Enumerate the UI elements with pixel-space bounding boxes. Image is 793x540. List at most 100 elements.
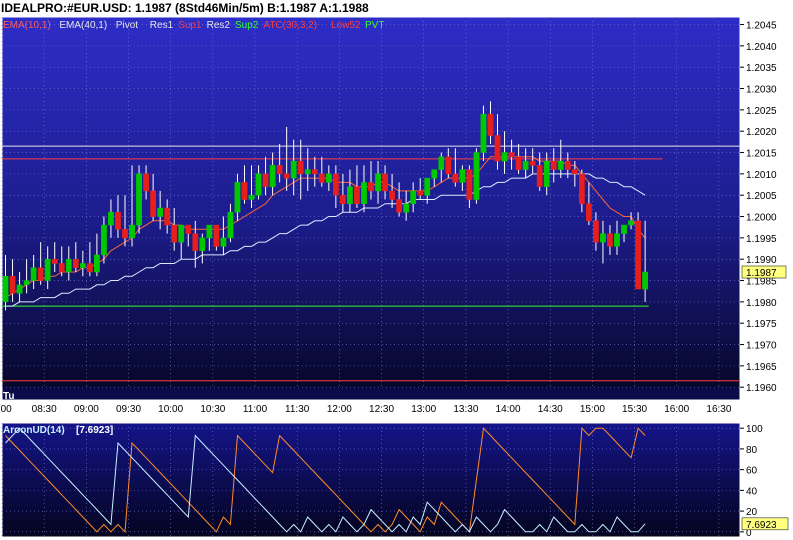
candle-body (171, 224, 178, 243)
price-tick-label: 1.2035 (746, 63, 777, 74)
candle-body (143, 173, 149, 192)
candle-body (185, 224, 192, 234)
candle-body (72, 258, 79, 268)
aroon-tick-label: 80 (746, 445, 758, 456)
time-tick-label: 09:30 (116, 404, 141, 415)
candle-body (522, 160, 529, 170)
candle-body (241, 182, 248, 200)
time-axis[interactable]: 8:00 08:30 09:00 09:30 10:00 10:30 11:00 11:30 1… (0, 404, 732, 415)
candle-body (192, 233, 199, 251)
time-tick-label: 14:30 (538, 404, 563, 415)
candle-body (480, 113, 487, 153)
candle-body (508, 152, 515, 158)
time-tick-label: 16:30 (706, 404, 731, 415)
time-tick-label: 14:00 (496, 404, 521, 415)
candle-body (529, 160, 536, 166)
legend-item: EMA(40,1) (59, 20, 107, 31)
price-tick-label: 1.2010 (746, 170, 777, 181)
aroon-legend: AroonUD(14) [7.6923] (3, 425, 113, 436)
candle-body (290, 160, 297, 179)
candle-body (600, 233, 606, 243)
legend-item: Pivot (116, 20, 138, 31)
candle-body (473, 152, 480, 200)
candle-body (9, 276, 16, 294)
candle-body (101, 224, 107, 256)
candle-body (311, 169, 318, 175)
candle-body (586, 203, 592, 222)
candle-body (557, 160, 564, 170)
candle-body (304, 169, 311, 175)
candle-body (150, 190, 157, 217)
legend-item: Res2 (207, 20, 231, 31)
candle-body (332, 173, 339, 196)
candle-body (487, 113, 494, 136)
candle-body (410, 190, 417, 204)
candle-body (164, 207, 171, 226)
candle-body (23, 280, 30, 286)
candle-body (37, 267, 44, 281)
candle-body (65, 258, 72, 273)
candle-body (614, 233, 620, 247)
candle-body (368, 182, 374, 192)
candle-body (543, 160, 550, 187)
candle-body (417, 190, 424, 196)
candle-body (206, 224, 213, 239)
price-tick-label: 1.2000 (746, 213, 777, 224)
price-tick-label: 1.1970 (746, 341, 777, 352)
candle-body (354, 186, 360, 204)
time-tick-label: 16:00 (664, 404, 689, 415)
time-tick-label: 12:00 (327, 404, 352, 415)
time-tick-label: 09:00 (74, 404, 99, 415)
candle-body (494, 135, 501, 162)
candle-body (255, 173, 262, 196)
aroon-plot-area (1, 422, 741, 538)
candle-body (431, 169, 438, 179)
aroon-value-label: 7.6923 (746, 520, 777, 531)
candle-body (578, 173, 585, 204)
price-tick-label: 1.1960 (746, 383, 777, 394)
aroon-tick-label: 20 (746, 507, 758, 518)
candle-body (108, 212, 114, 226)
candle-body (129, 224, 135, 239)
aroon-tick-label: 60 (746, 466, 758, 477)
legend-item: Sup2 (235, 20, 259, 31)
candle-body (593, 220, 599, 243)
chart-window: IDEALPRO:#EUR.USD: 1.1987 (8Std46Min/5m)… (0, 0, 793, 540)
candle-body (79, 263, 86, 268)
candle-body (607, 233, 613, 247)
candle-body (536, 165, 543, 187)
candle-body (642, 271, 649, 290)
candle-body (213, 224, 220, 247)
candle-body (445, 156, 452, 175)
candle-body (621, 224, 627, 234)
candle-body (136, 173, 142, 226)
candle-body (16, 284, 23, 294)
price-tick-label: 1.1990 (746, 255, 777, 266)
time-tick-label: 10:00 (158, 404, 183, 415)
price-tick-label: 1.2030 (746, 85, 777, 96)
time-tick-label: 13:30 (453, 404, 478, 415)
price-tick-label: 1.1980 (746, 298, 777, 309)
price-plot-area (2, 17, 740, 388)
chart-canvas[interactable]: EMA(10,1) EMA(40,1) Pivot Res1 Sup1 Res2 Sup2 A… (0, 0, 793, 540)
candle-body (452, 173, 459, 183)
candle-body (234, 182, 241, 213)
candle-body (628, 220, 634, 226)
candle-body (515, 156, 522, 170)
time-tick-label: 08:30 (32, 404, 57, 415)
time-tick-label: 11:00 (243, 404, 268, 415)
time-tick-label: 12:30 (369, 404, 394, 415)
price-tick-label: 1.2025 (746, 106, 777, 117)
candle-body (227, 212, 234, 239)
price-tick-label: 1.2005 (746, 191, 777, 202)
time-tick-label: 10:30 (200, 404, 225, 415)
candle-body (361, 182, 367, 204)
candle-body (262, 173, 269, 187)
candle-body (466, 169, 473, 200)
price-tick-label: 1.2020 (746, 127, 777, 138)
candle-body (30, 267, 37, 281)
price-tick-label: 1.1975 (746, 319, 777, 330)
candle-body (283, 173, 290, 179)
candle-body (122, 229, 128, 239)
time-axis-strip (2, 388, 740, 400)
